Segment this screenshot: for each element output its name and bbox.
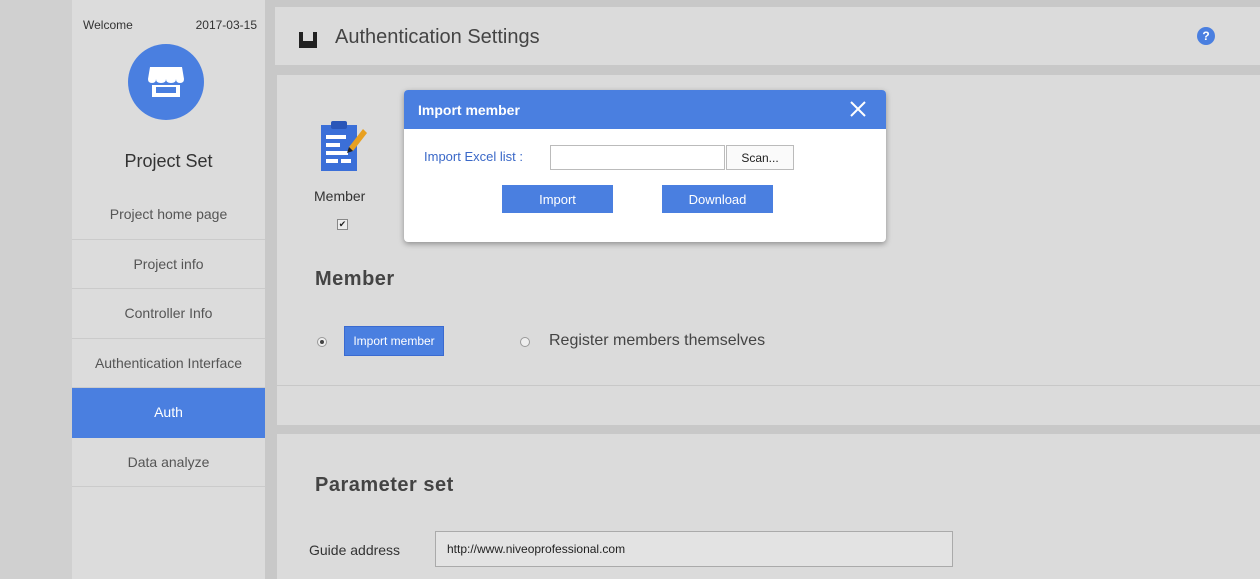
sidebar-item-project-info[interactable]: Project info <box>72 240 265 289</box>
left-gutter <box>0 0 72 579</box>
document-edit-icon <box>321 121 367 171</box>
sidebar-item-auth[interactable]: Auth <box>72 388 265 438</box>
page-title: Authentication Settings <box>335 26 540 48</box>
dialog-header: Import member <box>404 90 886 129</box>
sidebar-item-project-home-page[interactable]: Project home page <box>72 190 265 240</box>
main-content: Authentication Settings ? Member ✔ Membe… <box>275 0 1260 579</box>
sidebar-item-data-analyze[interactable]: Data analyze <box>72 438 265 487</box>
sidebar-item-authentication-interface[interactable]: Authentication Interface <box>72 339 265 388</box>
help-icon[interactable]: ? <box>1197 27 1215 45</box>
import-member-button[interactable]: Import member <box>344 326 444 356</box>
guide-address-label: Guide address <box>309 542 401 558</box>
page-header: Authentication Settings ? <box>275 7 1260 65</box>
import-member-radio[interactable] <box>317 337 327 347</box>
excel-file-input[interactable] <box>550 145 725 170</box>
guide-address-input[interactable] <box>435 531 953 567</box>
import-button[interactable]: Import <box>502 185 613 213</box>
import-member-dialog: Import member Import Excel list : Scan..… <box>404 90 886 242</box>
store-icon <box>128 44 204 120</box>
sidebar: Welcome 2017-03-15 Project Set Project h… <box>72 0 265 579</box>
parameter-heading: Parameter set <box>315 474 454 496</box>
project-set-title: Project Set <box>124 151 213 171</box>
date-text: 2017-03-15 <box>195 18 257 32</box>
register-members-label: Register members themselves <box>549 332 766 349</box>
parameter-panel: Parameter set Guide address <box>277 434 1260 579</box>
member-label: Member <box>314 188 366 204</box>
sidebar-item-controller-info[interactable]: Controller Info <box>72 289 265 339</box>
welcome-text: Welcome <box>83 18 133 32</box>
member-heading: Member <box>315 268 395 290</box>
scan-button[interactable]: Scan... <box>726 145 794 170</box>
register-members-radio[interactable] <box>520 337 530 347</box>
download-button[interactable]: Download <box>662 185 773 213</box>
dialog-title: Import member <box>418 102 520 118</box>
sidebar-nav: Project home page Project info Controlle… <box>72 190 265 487</box>
sofa-icon <box>299 32 317 48</box>
divider <box>265 0 275 579</box>
auth-panel-footer <box>277 386 1260 425</box>
member-checkbox[interactable]: ✔ <box>337 219 348 230</box>
excel-list-label: Import Excel list : <box>424 149 523 164</box>
close-icon[interactable] <box>848 99 868 119</box>
